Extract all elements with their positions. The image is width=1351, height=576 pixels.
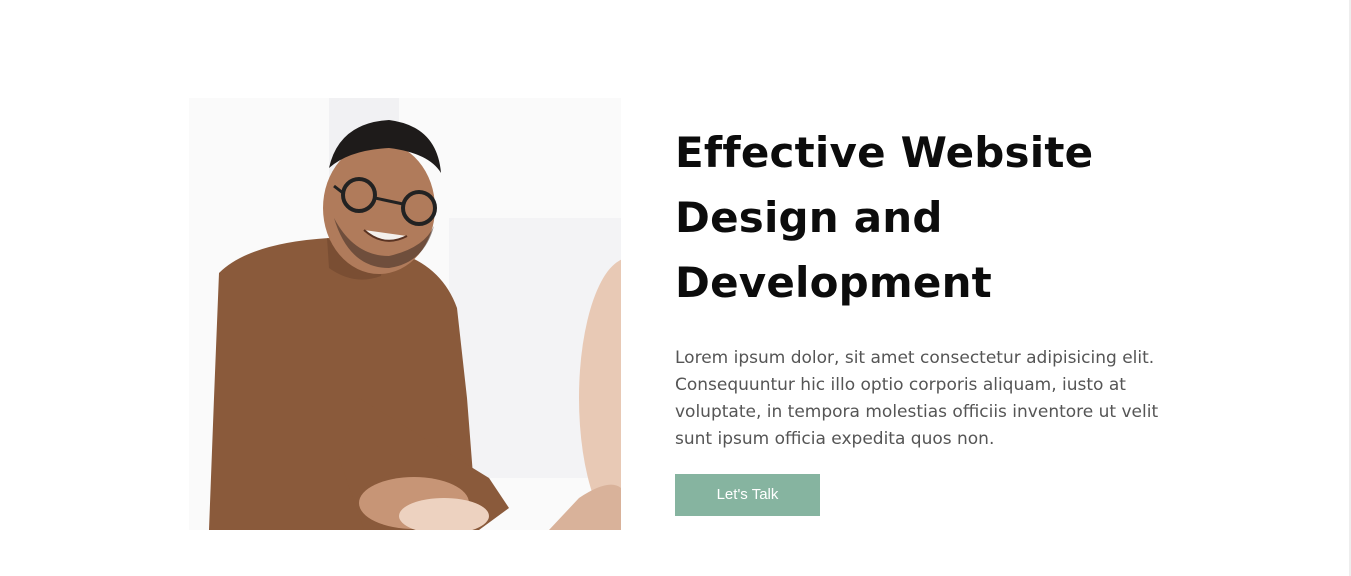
hero-photo	[189, 98, 621, 530]
smiling-man-handshake-image	[189, 98, 621, 530]
hero-title-line: Development	[675, 258, 992, 307]
hero-title-line: Effective Website	[675, 128, 1094, 177]
hero-description-line: Consequuntur hic illo optio corporis ali…	[675, 375, 1126, 395]
lets-talk-button[interactable]: Let's Talk	[675, 474, 820, 516]
hero-description-line: Lorem ipsum dolor, sit amet consectetur …	[675, 348, 1155, 368]
hero-title-line: Design and	[675, 193, 943, 242]
hero-title: Effective Website Design and Development	[675, 120, 1215, 315]
hero-section: Effective Website Design and Development…	[0, 0, 1349, 576]
hero-content: Effective Website Design and Development…	[675, 120, 1215, 516]
hero-description: Lorem ipsum dolor, sit amet consectetur …	[675, 345, 1195, 453]
hero-description-line: sunt ipsum officia expedita quos non.	[675, 429, 995, 449]
hero-description-line: voluptate, in tempora molestias officiis…	[675, 402, 1159, 422]
